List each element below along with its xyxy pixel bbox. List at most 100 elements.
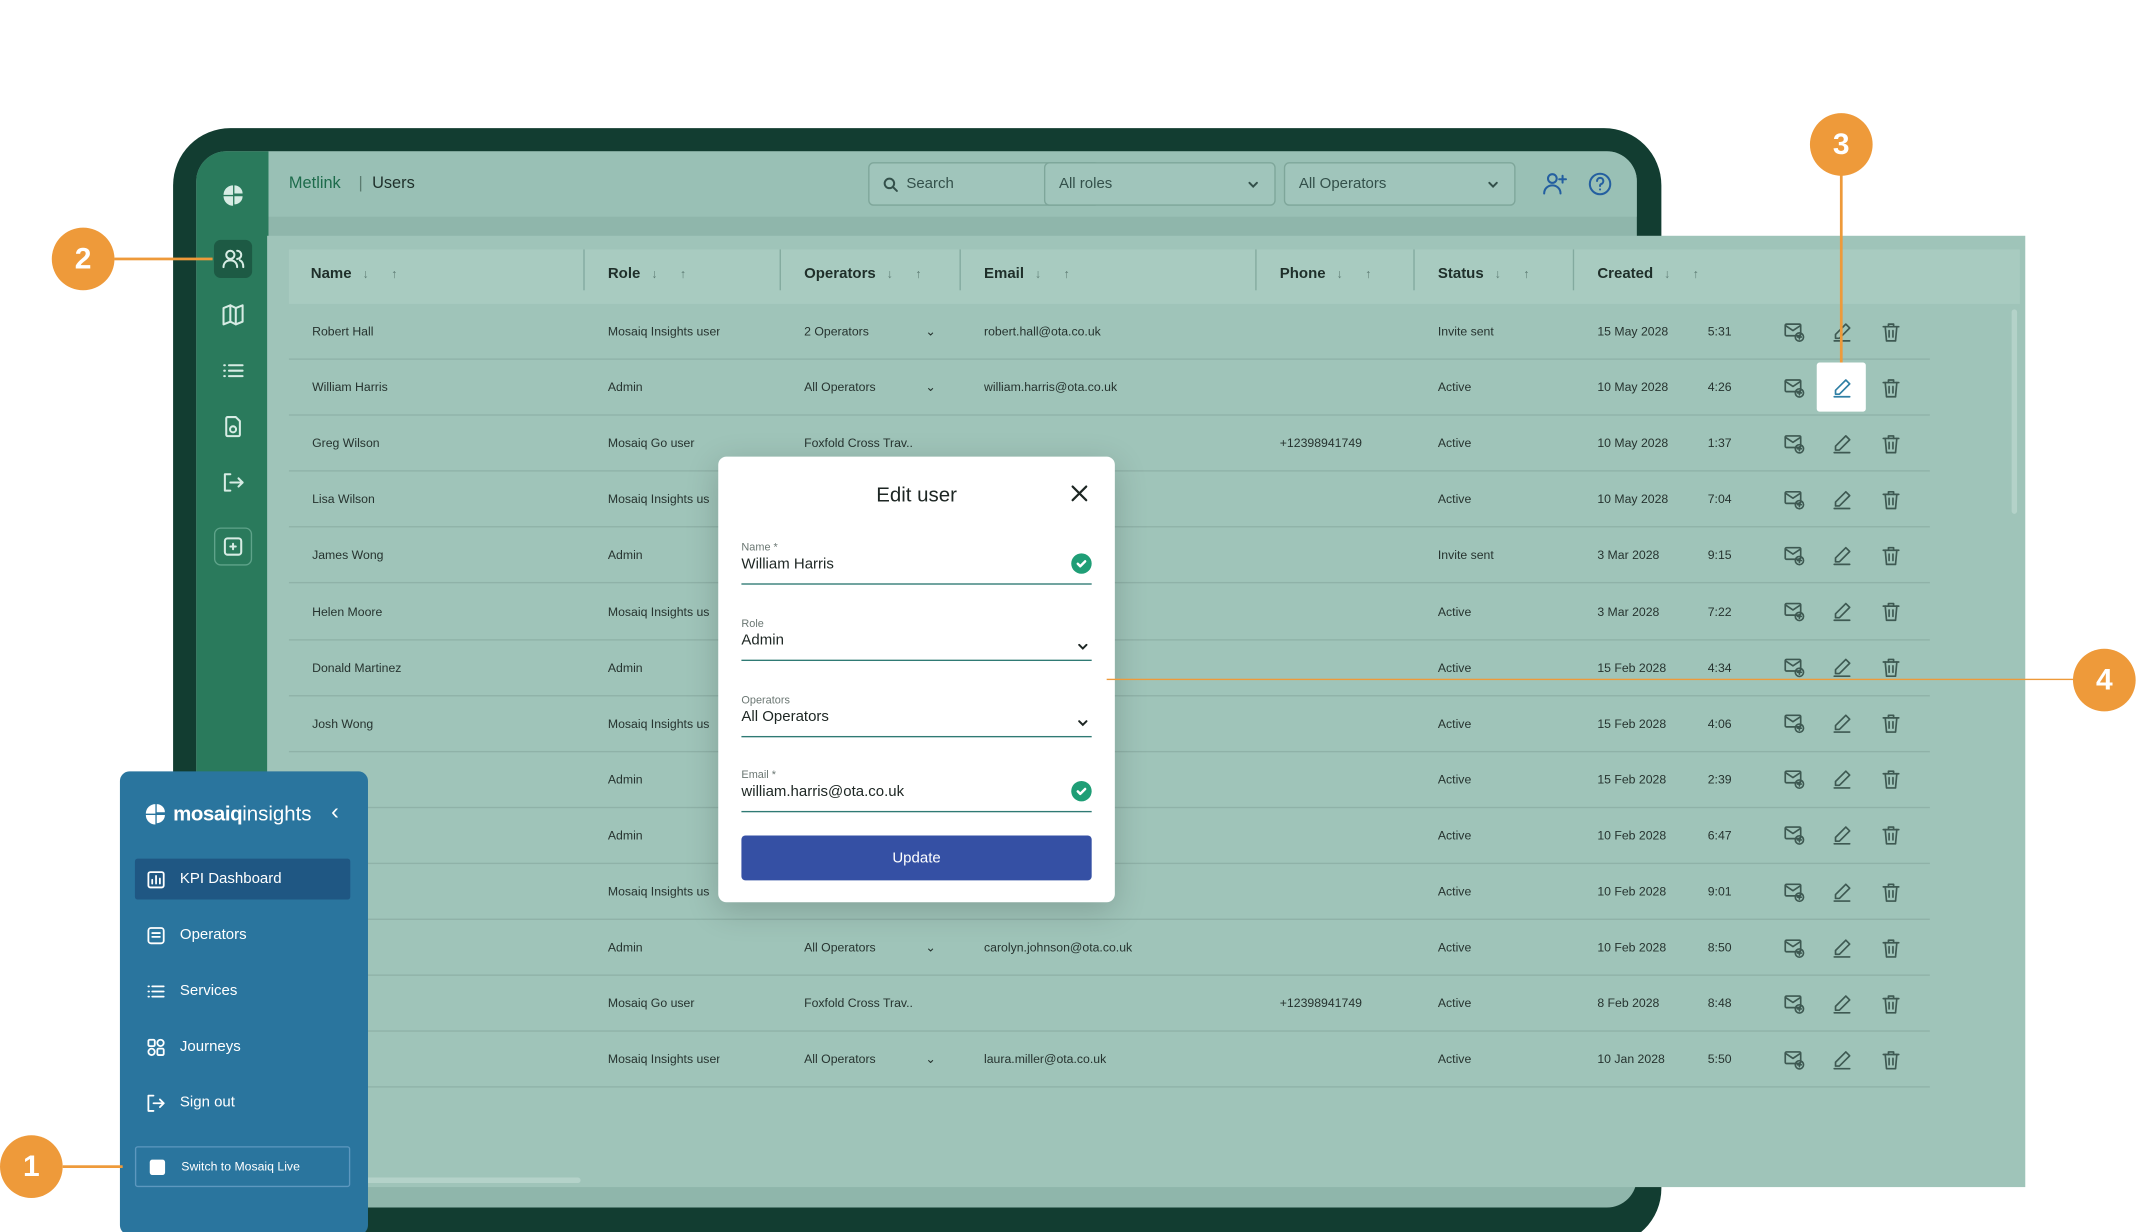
vertical-scrollbar[interactable] xyxy=(2011,309,2018,514)
column-header-email[interactable]: Email ↓ ↑ xyxy=(984,266,1079,282)
edit-icon[interactable] xyxy=(1816,362,1866,412)
column-divider[interactable] xyxy=(1413,249,1415,291)
column-divider[interactable] xyxy=(1572,249,1575,291)
nav-item-services[interactable]: Services xyxy=(135,970,350,1011)
sort-arrows-icon[interactable]: ↓ ↑ xyxy=(651,267,695,281)
cell-date: 8 Feb 2028 xyxy=(1597,996,1660,1011)
resend-invite-icon[interactable] xyxy=(1779,764,1809,794)
delete-icon[interactable] xyxy=(1875,876,1905,906)
nav-item-sign-out[interactable]: Sign out xyxy=(135,1082,350,1123)
map-icon[interactable] xyxy=(214,296,252,334)
sign-out-icon[interactable] xyxy=(214,463,252,501)
sort-arrows-icon[interactable]: ↓ ↑ xyxy=(1336,267,1380,281)
update-button[interactable]: Update xyxy=(741,835,1092,881)
column-header-phone[interactable]: Phone ↓ ↑ xyxy=(1280,266,1381,282)
edit-icon[interactable] xyxy=(1826,540,1856,570)
edit-icon[interactable] xyxy=(1826,764,1856,794)
column-header-role[interactable]: Role ↓ ↑ xyxy=(608,266,696,282)
switch-app-icon[interactable] xyxy=(213,527,253,566)
delete-icon[interactable] xyxy=(1875,428,1905,458)
sort-arrows-icon[interactable]: ↓ ↑ xyxy=(1495,267,1539,281)
delete-icon[interactable] xyxy=(1875,932,1905,962)
edit-icon[interactable] xyxy=(1826,876,1856,906)
collapse-panel-icon[interactable]: ‹ xyxy=(331,799,339,826)
operators-select[interactable]: Operators All Operators xyxy=(741,694,1092,738)
table-row[interactable]: William Harris Admin All Operators ⌄ william… xyxy=(288,360,1930,416)
delete-icon[interactable] xyxy=(1875,1044,1905,1074)
chevron-down-icon[interactable]: ⌄ xyxy=(925,380,935,395)
resend-invite-icon[interactable] xyxy=(1779,484,1809,514)
column-divider[interactable] xyxy=(583,249,585,291)
nav-item-kpi-dashboard[interactable]: KPI Dashboard xyxy=(134,858,351,900)
column-header-status[interactable]: Status ↓ ↑ xyxy=(1438,266,1539,282)
cell-name: Helen Moore xyxy=(312,604,383,619)
operators-filter-select[interactable]: All Operators xyxy=(1283,162,1516,206)
resend-invite-icon[interactable] xyxy=(1779,820,1809,850)
delete-icon[interactable] xyxy=(1875,708,1905,738)
column-header-name[interactable]: Name ↓ ↑ xyxy=(311,266,407,282)
table-row[interactable]: erMosaiq Insights userAll Operators⌄laur… xyxy=(288,1032,1930,1088)
sort-arrows-icon[interactable]: ↓ ↑ xyxy=(887,267,931,281)
switch-to-mosaiq-live-button[interactable]: Switch to Mosaiq Live xyxy=(134,1146,351,1188)
table-row[interactable]: Robert Hall Mosaiq Insights user 2 Operato… xyxy=(288,304,1930,360)
resend-invite-icon[interactable] xyxy=(1779,540,1809,570)
close-icon[interactable] xyxy=(1070,484,1089,503)
user-plus-icon[interactable] xyxy=(1541,170,1568,197)
role-field-label: Role xyxy=(741,617,764,630)
file-settings-icon[interactable] xyxy=(214,408,252,446)
delete-icon[interactable] xyxy=(1875,596,1905,626)
list-icon[interactable] xyxy=(214,352,252,390)
column-divider[interactable] xyxy=(1255,249,1257,291)
role-select[interactable]: Role Admin xyxy=(741,617,1092,662)
resend-invite-icon[interactable] xyxy=(1779,428,1809,458)
nav-item-operators[interactable]: Operators xyxy=(135,915,350,956)
nav-item-journeys[interactable]: Journeys xyxy=(135,1026,350,1067)
resend-invite-icon[interactable] xyxy=(1779,708,1809,738)
email-field[interactable]: Email * william.harris@ota.co.uk xyxy=(741,769,1092,813)
edit-icon[interactable] xyxy=(1826,1044,1856,1074)
nav-item-label: Services xyxy=(179,982,238,1000)
horizontal-scrollbar[interactable] xyxy=(362,1177,581,1183)
resend-invite-icon[interactable] xyxy=(1779,596,1809,626)
column-divider[interactable] xyxy=(779,249,781,291)
help-circle-icon[interactable] xyxy=(1586,170,1613,197)
column-header-created[interactable]: Created ↓ ↑ xyxy=(1597,266,1708,282)
edit-icon[interactable] xyxy=(1826,596,1856,626)
edit-icon[interactable] xyxy=(1826,428,1856,458)
name-field[interactable]: Name * William Harris xyxy=(741,541,1092,585)
delete-icon[interactable] xyxy=(1875,540,1905,570)
edit-icon[interactable] xyxy=(1826,484,1856,514)
delete-icon[interactable] xyxy=(1875,316,1905,346)
sort-arrows-icon[interactable]: ↓ ↑ xyxy=(362,267,406,281)
resend-invite-icon[interactable] xyxy=(1779,988,1809,1018)
chevron-down-icon[interactable]: ⌄ xyxy=(925,941,935,956)
edit-icon[interactable] xyxy=(1826,708,1856,738)
resend-invite-icon[interactable] xyxy=(1779,372,1809,402)
table-row[interactable]: mMosaiq Go userFoxfold Cross Trav..+1239… xyxy=(288,976,1930,1032)
cell-name: Josh Wong xyxy=(312,716,374,731)
resend-invite-icon[interactable] xyxy=(1779,932,1809,962)
roles-filter-select[interactable]: All roles xyxy=(1043,162,1276,206)
resend-invite-icon[interactable] xyxy=(1779,1044,1809,1074)
resend-invite-icon[interactable] xyxy=(1779,316,1809,346)
edit-icon[interactable] xyxy=(1826,820,1856,850)
sort-arrows-icon[interactable]: ↓ ↑ xyxy=(1664,267,1708,281)
sort-arrows-icon[interactable]: ↓ ↑ xyxy=(1035,267,1079,281)
resend-invite-icon[interactable] xyxy=(1779,876,1809,906)
delete-icon[interactable] xyxy=(1875,764,1905,794)
column-header-operators[interactable]: Operators ↓ ↑ xyxy=(804,266,931,282)
logo-icon[interactable] xyxy=(214,176,252,214)
users-icon[interactable] xyxy=(213,239,253,279)
cell-date: 15 Feb 2028 xyxy=(1597,716,1667,731)
delete-icon[interactable] xyxy=(1875,988,1905,1018)
column-divider[interactable] xyxy=(959,249,961,291)
chevron-down-icon[interactable]: ⌄ xyxy=(925,324,935,339)
chevron-down-icon[interactable]: ⌄ xyxy=(925,1053,935,1068)
breadcrumb-brand[interactable]: Metlink xyxy=(289,173,341,192)
delete-icon[interactable] xyxy=(1875,484,1905,514)
delete-icon[interactable] xyxy=(1875,372,1905,402)
edit-icon[interactable] xyxy=(1826,932,1856,962)
table-row[interactable]: ohnsonAdminAll Operators⌄carolyn.johnson… xyxy=(288,920,1930,976)
delete-icon[interactable] xyxy=(1875,820,1905,850)
edit-icon[interactable] xyxy=(1826,988,1856,1018)
